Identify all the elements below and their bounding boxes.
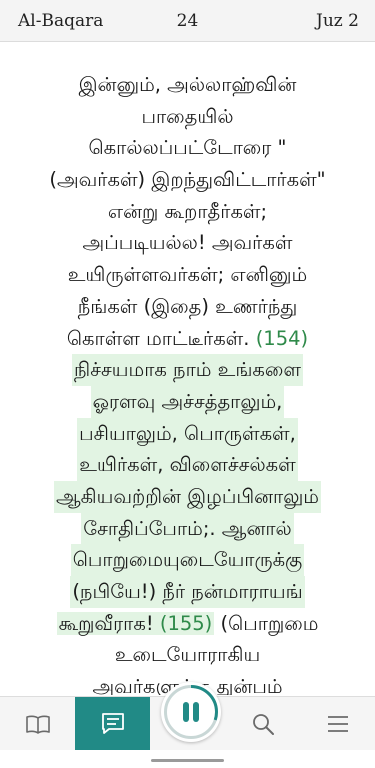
nav-quran-book[interactable] (0, 697, 75, 751)
text-line: நீங்கள் (இதை) உணர்ந்து (77, 294, 298, 318)
juz-label[interactable]: Juz 2 (316, 11, 359, 31)
text-line: இன்னும், அல்லாஹ்வின் (78, 73, 297, 96)
book-icon (25, 713, 51, 735)
menu-icon (326, 714, 350, 734)
highlighted-text-line: ஆகியவற்றின் இழப்பினாலும் (53, 480, 321, 513)
home-indicator-bar[interactable] (151, 759, 224, 762)
audio-progress-ring (164, 685, 218, 739)
text-line: (அவர்கள்) இறந்துவிட்டார்கள்" (49, 168, 326, 192)
nav-translation[interactable] (75, 697, 150, 751)
text-line: கூறுவீராக! (155) (பொறுமை (56, 611, 319, 635)
text-line: உடையோராகிய (114, 643, 261, 667)
text-line: கொல்லப்பட்டோரை " (88, 136, 287, 160)
highlighted-text-line: நிச்சயமாக நாம் உங்களை (72, 354, 303, 386)
system-gesture-area (0, 750, 375, 768)
highlighted-text-line: ஓரளவு அச்சத்தாலும், (90, 385, 285, 418)
verse-number-154[interactable]: (154) (256, 327, 308, 350)
verse-number-155[interactable]: (155) (160, 612, 212, 635)
text-line: அப்படியல்ல! அவர்கள் (82, 231, 293, 255)
nav-menu[interactable] (300, 697, 375, 751)
text-line: பாதையில் (141, 104, 234, 128)
text-line: என்று கூறாதீர்கள்; (107, 199, 268, 223)
text-line: கொள்ள மாட்டீர்கள். (154) (66, 326, 309, 350)
play-pause-button[interactable] (161, 682, 221, 742)
highlighted-text-line: பொறுமையுடையோருக்கு (70, 544, 305, 576)
top-bar: Al-Baqara 24 Juz 2 (0, 0, 375, 42)
nav-search[interactable] (225, 697, 300, 751)
translation-icon (100, 712, 126, 736)
surah-name[interactable]: Al-Baqara (18, 11, 103, 31)
verse-text-area[interactable]: இன்னும், அல்லாஹ்வின் பாதையில் கொல்லப்பட்… (0, 43, 375, 695)
search-icon (251, 712, 275, 736)
highlighted-text-line: சோதிப்போம்;. ஆனால் (81, 512, 294, 545)
text-line: உயிருள்ளவர்கள்; எனினும் (67, 263, 308, 287)
highlighted-text-line: உயிர்கள், விளைச்சல்கள் (77, 449, 298, 481)
highlighted-text-line: பசியாலும், பொருள்கள், (77, 417, 298, 450)
highlighted-text-line: (நபியே!) நீர் நன்மாராயங் (70, 576, 305, 608)
